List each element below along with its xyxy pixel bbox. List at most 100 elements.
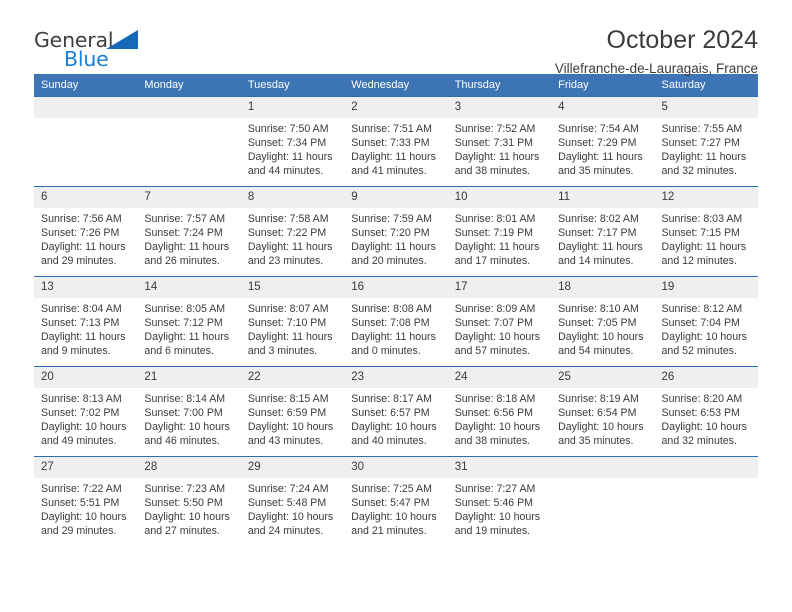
calendar-day-cell[interactable]: 1 Sunrise: 7:50 AM Sunset: 7:34 PM Daylight… [240, 96, 345, 187]
day-details: Sunrise: 7:58 AM Sunset: 7:22 PM Daylight:… [241, 208, 344, 268]
calendar-day-cell[interactable]: 16 Sunrise: 8:08 AM Sunset: 7:08 PM Dayligh… [344, 276, 448, 367]
day-details: Sunrise: 7:50 AM Sunset: 7:34 PM Daylight:… [241, 118, 344, 178]
daylight-text-line1: Daylight: 11 hours [558, 151, 643, 164]
day-details: Sunrise: 8:04 AM Sunset: 7:13 PM Daylight:… [34, 298, 137, 358]
daylight-text-line2: and 29 minutes. [41, 525, 117, 538]
daylight-text-line2: and 29 minutes. [41, 255, 117, 268]
sunset-text: Sunset: 7:19 PM [454, 227, 534, 240]
calendar-day-cell[interactable]: 7 Sunrise: 7:57 AM Sunset: 7:24 PM Daylight… [137, 186, 241, 277]
day-details: Sunrise: 7:22 AM Sunset: 5:51 PM Daylight:… [34, 478, 137, 538]
day-details: Sunrise: 7:59 AM Sunset: 7:20 PM Daylight:… [344, 208, 447, 268]
day-details: Sunrise: 7:57 AM Sunset: 7:24 PM Daylight:… [137, 208, 240, 268]
sunset-text: Sunset: 5:48 PM [247, 497, 327, 510]
calendar-day-cell[interactable]: 4 Sunrise: 7:54 AM Sunset: 7:29 PM Daylight… [551, 96, 655, 187]
calendar-body: 1 Sunrise: 7:50 AM Sunset: 7:34 PM Daylight… [34, 96, 758, 546]
calendar-day-cell[interactable]: 18 Sunrise: 8:10 AM Sunset: 7:05 PM Dayligh… [551, 276, 655, 367]
daylight-text-line1: Daylight: 11 hours [351, 331, 436, 344]
day-number [137, 97, 241, 118]
calendar-day-cell[interactable]: 23 Sunrise: 8:17 AM Sunset: 6:57 PM Dayligh… [344, 366, 448, 457]
daylight-text-line1: Daylight: 11 hours [661, 151, 747, 164]
day-number: 6 [34, 187, 138, 208]
sunset-text: Sunset: 7:22 PM [247, 227, 327, 240]
sunset-text: Sunset: 7:33 PM [351, 137, 430, 150]
calendar-week-row: 1 Sunrise: 7:50 AM Sunset: 7:34 PM Daylight… [34, 96, 758, 187]
daylight-text-line2: and 44 minutes. [247, 165, 324, 178]
sunrise-text: Sunrise: 8:17 AM [351, 393, 432, 405]
calendar-day-cell[interactable]: 17 Sunrise: 8:09 AM Sunset: 7:07 PM Dayligh… [447, 276, 552, 367]
page-header: General Blue October 2024 Villefranche-d… [34, 0, 758, 76]
sunrise-text: Sunrise: 7:24 AM [247, 483, 329, 495]
calendar-day-cell[interactable]: 8 Sunrise: 7:58 AM Sunset: 7:22 PM Daylight… [240, 186, 345, 277]
daylight-text-line2: and 49 minutes. [41, 435, 117, 448]
daylight-text-line1: Daylight: 11 hours [351, 151, 436, 164]
sunset-text: Sunset: 5:47 PM [351, 497, 430, 510]
calendar-day-cell[interactable]: 9 Sunrise: 7:59 AM Sunset: 7:20 PM Daylight… [344, 186, 448, 277]
daylight-text-line1: Daylight: 11 hours [41, 241, 126, 254]
day-details: Sunrise: 8:10 AM Sunset: 7:05 PM Daylight:… [551, 298, 654, 358]
day-details: Sunrise: 8:20 AM Sunset: 6:53 PM Daylight:… [655, 388, 758, 448]
calendar-day-cell[interactable]: 21 Sunrise: 8:14 AM Sunset: 7:00 PM Dayligh… [137, 366, 241, 457]
day-number [34, 97, 138, 118]
calendar-day-cell[interactable]: 11 Sunrise: 8:02 AM Sunset: 7:17 PM Dayligh… [551, 186, 655, 277]
sunrise-text: Sunrise: 8:09 AM [454, 303, 536, 315]
daylight-text-line1: Daylight: 10 hours [558, 421, 644, 434]
sunset-text: Sunset: 7:24 PM [144, 227, 223, 240]
sunrise-text: Sunrise: 7:25 AM [351, 483, 432, 495]
day-number: 27 [34, 457, 138, 478]
sunset-text: Sunset: 7:05 PM [558, 317, 637, 330]
sunset-text: Sunset: 6:57 PM [351, 407, 430, 420]
calendar-header-row: Sunday Monday Tuesday Wednesday Thursday Frid… [34, 74, 758, 97]
daylight-text-line2: and 35 minutes. [558, 165, 634, 178]
calendar-week-row: 6 Sunrise: 7:56 AM Sunset: 7:26 PM Daylight… [34, 186, 758, 277]
calendar-day-cell[interactable]: 5 Sunrise: 7:55 AM Sunset: 7:27 PM Daylight… [654, 96, 758, 187]
calendar-day-cell[interactable]: 31 Sunrise: 7:27 AM Sunset: 5:46 PM Dayligh… [447, 456, 552, 546]
calendar-day-cell[interactable]: 12 Sunrise: 8:03 AM Sunset: 7:15 PM Dayligh… [654, 186, 758, 277]
generalblue-logo: General Blue [34, 26, 154, 74]
day-details: Sunrise: 8:02 AM Sunset: 7:17 PM Daylight:… [551, 208, 654, 268]
day-number: 2 [344, 97, 448, 118]
calendar-day-cell[interactable]: 2 Sunrise: 7:51 AM Sunset: 7:33 PM Daylight… [344, 96, 448, 187]
calendar-day-cell[interactable]: 15 Sunrise: 8:07 AM Sunset: 7:10 PM Dayligh… [240, 276, 345, 367]
calendar-day-cell[interactable]: 10 Sunrise: 8:01 AM Sunset: 7:19 PM Dayligh… [447, 186, 552, 277]
day-details: Sunrise: 8:15 AM Sunset: 6:59 PM Daylight:… [241, 388, 344, 448]
daylight-text-line1: Daylight: 10 hours [454, 331, 541, 344]
sunset-text: Sunset: 7:15 PM [661, 227, 740, 240]
calendar-day-cell[interactable]: 14 Sunrise: 8:05 AM Sunset: 7:12 PM Dayligh… [137, 276, 241, 367]
title-block: October 2024 Villefranche-de-Lauragais, … [555, 26, 758, 76]
day-number: 20 [34, 367, 138, 388]
calendar-day-cell[interactable]: 22 Sunrise: 8:15 AM Sunset: 6:59 PM Dayligh… [240, 366, 345, 457]
sunset-text: Sunset: 7:26 PM [41, 227, 120, 240]
day-details: Sunrise: 8:17 AM Sunset: 6:57 PM Daylight:… [344, 388, 447, 448]
sunrise-text: Sunrise: 7:57 AM [144, 213, 226, 225]
sunset-text: Sunset: 7:12 PM [144, 317, 223, 330]
calendar-day-cell[interactable]: 27 Sunrise: 7:22 AM Sunset: 5:51 PM Dayligh… [34, 456, 138, 546]
calendar-day-cell[interactable]: 30 Sunrise: 7:25 AM Sunset: 5:47 PM Dayligh… [344, 456, 448, 546]
calendar-day-cell[interactable]: 25 Sunrise: 8:19 AM Sunset: 6:54 PM Dayligh… [551, 366, 655, 457]
weekday-header-sunday: Sunday [34, 74, 138, 97]
daylight-text-line1: Daylight: 11 hours [247, 241, 333, 254]
daylight-text-line1: Daylight: 11 hours [351, 241, 436, 254]
calendar-day-cell[interactable]: 20 Sunrise: 8:13 AM Sunset: 7:02 PM Dayligh… [34, 366, 138, 457]
daylight-text-line1: Daylight: 10 hours [247, 421, 334, 434]
day-number: 25 [551, 367, 655, 388]
daylight-text-line1: Daylight: 11 hours [41, 331, 126, 344]
sunrise-text: Sunrise: 7:23 AM [144, 483, 226, 495]
calendar-day-cell[interactable]: 19 Sunrise: 8:12 AM Sunset: 7:04 PM Dayligh… [654, 276, 758, 367]
calendar-day-cell[interactable]: 28 Sunrise: 7:23 AM Sunset: 5:50 PM Dayligh… [137, 456, 241, 546]
day-number: 9 [344, 187, 448, 208]
calendar-day-cell[interactable]: 29 Sunrise: 7:24 AM Sunset: 5:48 PM Dayligh… [240, 456, 345, 546]
day-details: Sunrise: 8:08 AM Sunset: 7:08 PM Daylight:… [344, 298, 447, 358]
day-details: Sunrise: 8:09 AM Sunset: 7:07 PM Daylight:… [448, 298, 551, 358]
sunset-text: Sunset: 7:02 PM [41, 407, 120, 420]
day-details: Sunrise: 7:24 AM Sunset: 5:48 PM Daylight:… [241, 478, 344, 538]
daylight-text-line2: and 12 minutes. [661, 255, 737, 268]
day-number: 29 [240, 457, 345, 478]
calendar-day-cell[interactable]: 13 Sunrise: 8:04 AM Sunset: 7:13 PM Dayligh… [34, 276, 138, 367]
calendar-day-cell[interactable]: 6 Sunrise: 7:56 AM Sunset: 7:26 PM Daylight… [34, 186, 138, 277]
calendar-day-cell[interactable]: 24 Sunrise: 8:18 AM Sunset: 6:56 PM Dayligh… [447, 366, 552, 457]
daylight-text-line2: and 3 minutes. [247, 345, 318, 358]
calendar-day-cell[interactable]: 26 Sunrise: 8:20 AM Sunset: 6:53 PM Dayligh… [654, 366, 758, 457]
calendar-day-cell[interactable]: 3 Sunrise: 7:52 AM Sunset: 7:31 PM Daylight… [447, 96, 552, 187]
sunset-text: Sunset: 7:17 PM [558, 227, 637, 240]
daylight-text-line2: and 35 minutes. [558, 435, 634, 448]
